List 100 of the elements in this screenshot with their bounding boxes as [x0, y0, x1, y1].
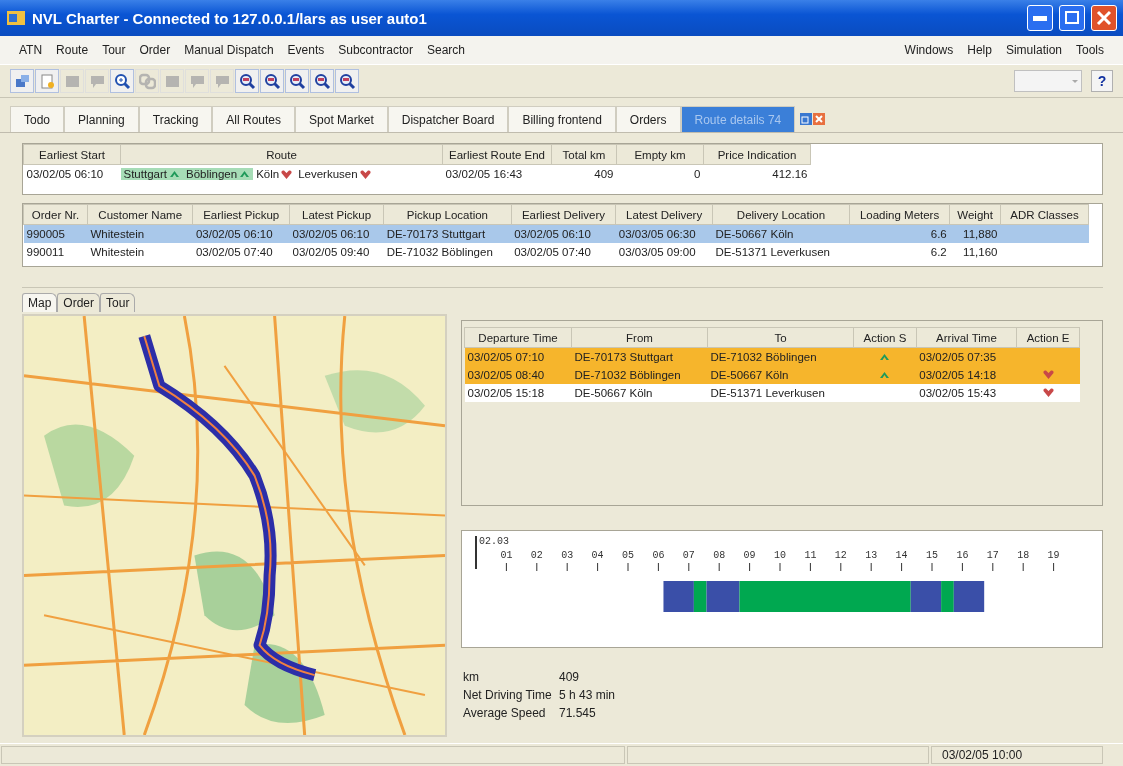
minimize-button[interactable] — [1027, 5, 1053, 31]
stop-segment — [706, 581, 740, 612]
hour-label: 13 — [865, 550, 878, 561]
tick-mark — [901, 562, 903, 572]
route-stop: Stuttgart — [120, 168, 183, 180]
tick-mark — [1022, 562, 1024, 572]
stat-label: Net Driving Time — [463, 688, 553, 702]
hour-label: 01 — [500, 550, 513, 561]
tab[interactable]: Tour — [100, 293, 136, 312]
menu-item[interactable]: Search — [419, 43, 472, 57]
tab[interactable]: Map — [22, 293, 58, 312]
column-header[interactable]: Earliest Delivery — [511, 204, 616, 225]
menu-item[interactable]: Subcontractor — [331, 43, 420, 57]
app-icon — [6, 9, 26, 27]
help-button[interactable]: ? — [1091, 70, 1113, 92]
zoom-icon — [113, 72, 131, 90]
menu-item[interactable]: Tour — [95, 43, 133, 57]
column-header[interactable]: Earliest Route End — [442, 144, 552, 165]
hour-label: 17 — [986, 550, 999, 561]
maximize-button[interactable] — [1059, 5, 1085, 31]
toolbar-button[interactable] — [10, 69, 34, 93]
table-cell: 11,160 — [949, 243, 1001, 261]
toolbar-button[interactable] — [110, 69, 134, 93]
tab[interactable]: All Routes — [212, 106, 296, 132]
toolbar-button[interactable] — [260, 69, 284, 93]
hour-label: 14 — [895, 550, 908, 561]
column-header[interactable]: Customer Name — [87, 204, 193, 225]
column-header[interactable]: Departure Time — [464, 327, 572, 348]
search-icon — [238, 72, 256, 90]
column-header[interactable]: Empty km — [616, 144, 704, 165]
menu-item[interactable]: ATN — [12, 43, 50, 57]
column-header[interactable]: From — [571, 327, 708, 348]
table-cell: DE-50667 Köln — [571, 384, 708, 402]
column-header[interactable]: Delivery Location — [712, 204, 850, 225]
hour-label: 03 — [561, 550, 574, 561]
column-header[interactable]: Action S — [853, 327, 917, 348]
tab[interactable]: Spot Market — [295, 106, 388, 132]
timeline-date: 02.03 — [479, 536, 509, 547]
toolbar-button[interactable] — [310, 69, 334, 93]
column-header[interactable]: Earliest Pickup — [192, 204, 290, 225]
hour-label: 02 — [530, 550, 543, 561]
column-header[interactable]: Action E — [1016, 327, 1080, 348]
toolbar-button[interactable] — [335, 69, 359, 93]
toolbar-button[interactable] — [235, 69, 259, 93]
stop-segment — [953, 581, 985, 612]
column-header[interactable]: Latest Delivery — [615, 204, 713, 225]
tab[interactable]: Orders — [615, 106, 681, 132]
hour-label: 15 — [926, 550, 938, 561]
hour-label: 04 — [591, 550, 604, 561]
tab[interactable]: Todo — [10, 106, 65, 132]
column-header[interactable]: Pickup Location — [383, 204, 512, 225]
tick-mark — [566, 562, 568, 572]
column-header[interactable]: Route — [120, 144, 443, 165]
hour-label: 19 — [1047, 550, 1060, 561]
column-header[interactable]: To — [707, 327, 854, 348]
tab[interactable]: Tracking — [138, 106, 213, 132]
close-icon[interactable] — [813, 112, 826, 126]
column-header[interactable]: Loading Meters — [849, 204, 950, 225]
menu-item[interactable]: Order — [132, 43, 178, 57]
route-stop: Böblingen — [182, 168, 254, 180]
tick-mark — [779, 562, 781, 572]
column-header[interactable]: Total km — [551, 144, 617, 165]
tab[interactable]: Planning — [64, 106, 139, 132]
stat-value: 5 h 43 min — [559, 688, 617, 702]
hour-label: 05 — [622, 550, 634, 561]
column-header[interactable]: Latest Pickup — [289, 204, 384, 225]
close-button[interactable] — [1091, 5, 1117, 31]
tick-mark — [718, 562, 720, 572]
tick-mark — [992, 562, 994, 572]
column-header[interactable]: Arrival Time — [916, 327, 1017, 348]
search-icon — [288, 72, 306, 90]
stat-label: km — [463, 670, 480, 684]
restore-icon[interactable] — [799, 112, 814, 126]
menu-item[interactable]: Events — [280, 43, 332, 57]
tick-mark — [627, 562, 629, 572]
table-cell: DE-51371 Leverkusen — [707, 384, 854, 402]
menu-item[interactable]: Manual Dispatch — [177, 43, 281, 57]
menu-item[interactable]: Tools — [1069, 43, 1111, 57]
column-header[interactable]: ADR Classes — [1000, 204, 1089, 225]
table-cell: 03/02/05 15:43 — [916, 384, 1017, 402]
tick-mark — [1053, 562, 1055, 572]
column-header[interactable]: Price Indication — [703, 144, 811, 165]
stop-segment — [663, 581, 694, 612]
column-header[interactable]: Earliest Start — [23, 144, 121, 165]
hour-label: 12 — [834, 550, 847, 561]
hour-label: 06 — [652, 550, 665, 561]
tab[interactable]: Billing frontend — [508, 106, 616, 132]
menu-item[interactable]: Help — [960, 43, 999, 57]
column-header[interactable]: Order Nr. — [23, 204, 88, 225]
menu-item[interactable]: Route — [49, 43, 96, 57]
menu-item[interactable]: Windows — [897, 43, 961, 57]
tab[interactable]: Dispatcher Board — [387, 106, 509, 132]
axis-start-line — [475, 535, 477, 570]
route-stop: Köln — [253, 168, 296, 180]
toolbar-button[interactable] — [285, 69, 309, 93]
column-header[interactable]: Weight — [949, 204, 1001, 225]
stat-label: Average Speed — [463, 706, 547, 720]
tab[interactable]: Order — [57, 293, 101, 312]
hour-label: 18 — [1017, 550, 1030, 561]
menu-item[interactable]: Simulation — [998, 43, 1069, 57]
